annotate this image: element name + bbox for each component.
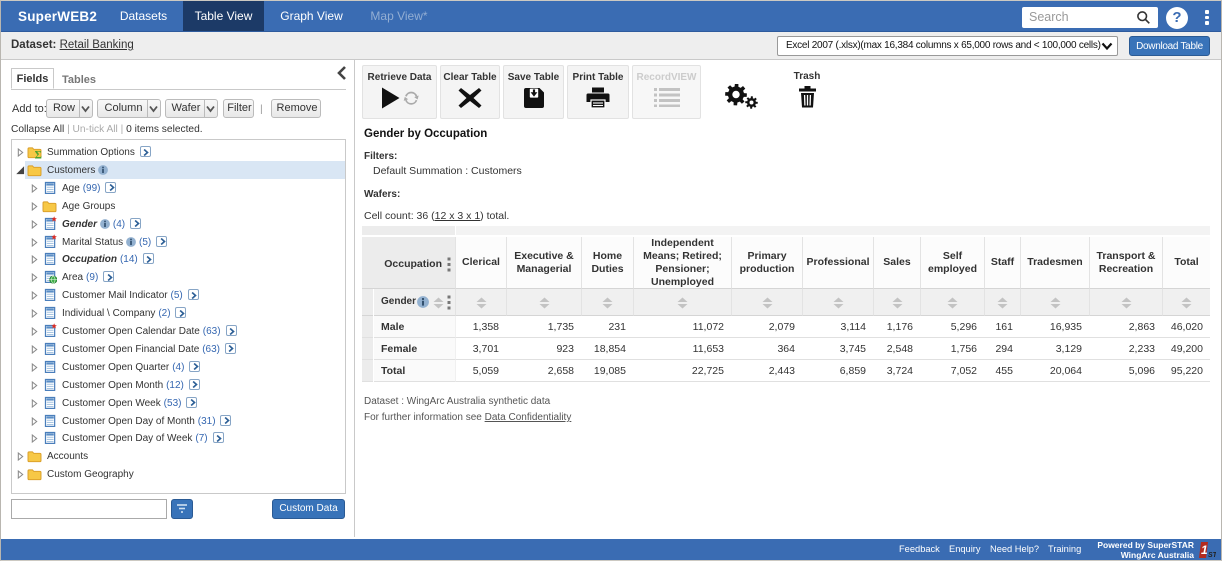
svg-text:ST: ST [1208,552,1216,559]
svg-text:1: 1 [1201,543,1208,557]
svg-text:Σ: Σ [35,149,42,159]
